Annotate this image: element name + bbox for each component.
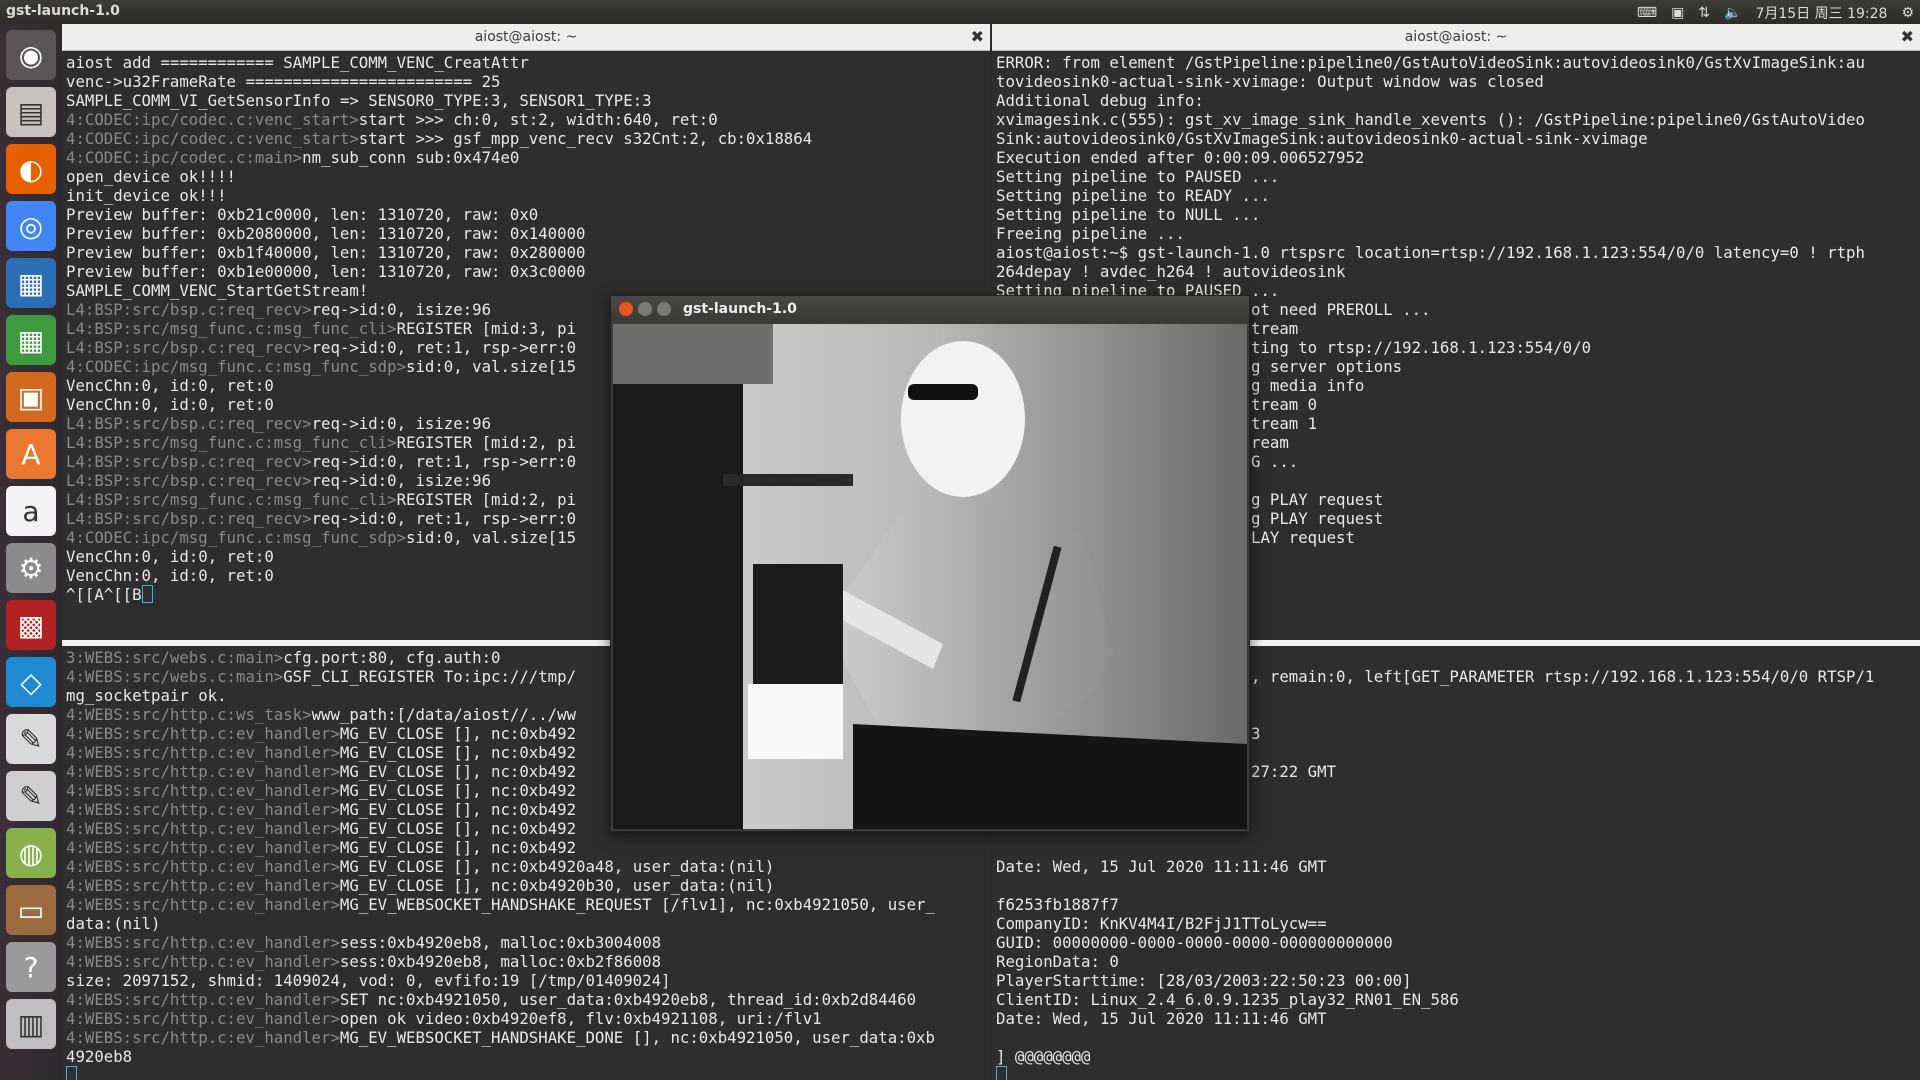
calc-icon[interactable]: ▦ [6,315,56,365]
close-icon[interactable] [619,302,633,316]
amazon-icon[interactable]: a [6,486,56,536]
terminal-line: Additional debug info: [996,91,1204,110]
active-app-name: gst-launch-1.0 [6,3,120,19]
keyboard-icon[interactable]: ⌨ [1637,5,1657,21]
terminal-left-titlebar[interactable]: aiost@aiost: ~ ✖ [62,24,990,51]
terminal-line: Execution ended after 0:00:09.006527952 [996,148,1365,167]
system-tray: ⌨ ▣ ⇅ 🔈 7月15日 周三 19:28 ⚙ [1637,3,1914,23]
terminal-line: Preview buffer: 0xb1e00000, len: 1310720… [66,262,586,281]
text-editor-icon[interactable]: ✎ [6,771,56,821]
close-icon[interactable]: ✖ [971,24,984,50]
terminal-line: Setting pipeline to PAUSED ... [996,167,1280,186]
minimize-icon[interactable] [638,302,652,316]
terminal-line: Preview buffer: 0xb1f40000, len: 1310720… [66,243,586,262]
terminal-line: ] @@@@@@@@ [996,1047,1091,1066]
terminal-line: 4:WEBS:src/http.c:ev_handler>MG_EV_WEBSO… [66,895,935,914]
terminal-line: 4:WEBS:src/http.c:ev_handler>SET nc:0xb4… [66,990,917,1009]
gear-icon[interactable]: ⚙ [1901,5,1914,21]
software-center-icon[interactable]: A [6,429,56,479]
terminal-line: Setting pipeline to READY ... [996,186,1270,205]
terminal-line: 4:WEBS:src/http.c:ev_handler>MG_EV_WEBSO… [66,1028,935,1047]
terminal-line: 4:WEBS:src/http.c:ev_handler>sess:0xb492… [66,952,662,971]
terminal-line: init_device ok!!! [66,186,227,205]
terminal-line: Preview buffer: 0xb2080000, len: 1310720… [66,224,586,243]
input-method-icon[interactable]: ▣ [1671,5,1684,21]
writer-icon[interactable]: ▦ [6,258,56,308]
terminal-line: Date: Wed, 15 Jul 2020 11:11:46 GMT [996,1009,1327,1028]
terminal-line: venc->u32FrameRate =====================… [66,72,501,91]
terminal-line: data:(nil) [66,914,161,933]
terminal-line: aiost add ============ SAMPLE_COMM_VENC_… [66,53,529,72]
trash-icon[interactable]: ▥ [6,999,56,1049]
vscode-icon[interactable]: ◇ [6,657,56,707]
terminal-line: SAMPLE_COMM_VI_GetSensorInfo => SENSOR0_… [66,91,652,110]
chrome-icon[interactable]: ◎ [6,201,56,251]
dash-home-icon[interactable]: ◉ [6,30,56,80]
terminal-right-titlebar[interactable]: aiost@aiost: ~ ✖ [992,24,1920,51]
terminal-line: 4:WEBS:src/http.c:ev_handler>open ok vid… [66,1009,822,1028]
terminal-line: Date: Wed, 15 Jul 2020 11:11:46 GMT [996,857,1327,876]
video-window-title: gst-launch-1.0 [683,301,797,317]
terminal-cursor [996,1066,1007,1080]
impress-icon[interactable]: ▣ [6,372,56,422]
clock[interactable]: 7月15日 周三 19:28 [1755,3,1887,23]
video-window[interactable]: gst-launch-1.0 [610,295,1250,832]
thermal-image [613,324,1247,829]
terminal-line: 4:WEBS:src/http.c:ev_handler>MG_EV_CLOSE… [66,838,577,857]
pdf-viewer-icon[interactable]: ✎ [6,714,56,764]
terminal-line: 4:CODEC:ipc/codec.c:venc_start>start >>>… [66,110,718,129]
system-settings-icon[interactable]: ⚙ [6,543,56,593]
terminal-line: f6253fb1887f7 [996,895,1119,914]
maximize-icon[interactable] [657,302,671,316]
terminal-line: RegionData: 0 [996,952,1119,971]
terminal-line: 4:WEBS:src/http.c:ev_handler>MG_EV_CLOSE… [66,876,775,895]
launcher: ◉ ▤ ◐ ◎ ▦ ▦ ▣ Aa ⚙ ▩ ◇ ✎ ✎ ◍ ▭? ▥ [0,24,62,1080]
image-viewer-icon[interactable]: ◍ [6,828,56,878]
volume-icon[interactable]: 🔈 [1724,5,1741,21]
terminal-line: 4:WEBS:src/http.c:ev_handler>sess:0xb492… [66,933,662,952]
terminal-line: ERROR: from element /GstPipeline:pipelin… [996,53,1865,72]
terminal-line: Setting pipeline to NULL ... [996,205,1261,224]
terminal-cursor [66,1066,77,1080]
terminal-cursor [141,585,153,603]
firefox-icon[interactable]: ◐ [6,144,56,194]
thermal-video-frame [613,324,1247,829]
terminal-line: PlayerStarttime: [28/03/2003:22:50:23 00… [996,971,1412,990]
help-icon[interactable]: ? [6,942,56,992]
video-window-titlebar[interactable]: gst-launch-1.0 [611,296,1249,322]
terminal-line: CompanyID: KnKV4M4I/B2FjJ1TToLycw== [996,914,1327,933]
top-panel: gst-launch-1.0 ⌨ ▣ ⇅ 🔈 7月15日 周三 19:28 ⚙ [0,0,1920,24]
terminal-line: open_device ok!!!! [66,167,237,186]
terminal-line: 4:CODEC:ipc/codec.c:main>nm_sub_conn sub… [66,148,520,167]
terminal-line: Sink:autovideosink0/GstXvImageSink:autov… [996,129,1648,148]
terminal-line: Preview buffer: 0xb21c0000, len: 1310720… [66,205,539,224]
terminal-line: Freeing pipeline ... [996,224,1185,243]
terminal-line: xvimagesink.c(555): gst_xv_image_sink_ha… [996,110,1865,129]
terminal-line: tovideosink0-actual-sink-xvimage: Output… [996,72,1544,91]
terminal-right-title: aiost@aiost: ~ [1404,29,1508,45]
terminal-line: 264depay ! avdec_h264 ! autovideosink [996,262,1346,281]
network-icon[interactable]: ⇅ [1698,5,1710,21]
terminal-line: aiost@aiost:~$ gst-launch-1.0 rtspsrc lo… [996,243,1865,262]
files-icon[interactable]: ▤ [6,87,56,137]
terminal-line: ClientID: Linux_2.4_6.0.9.1235_play32_RN… [996,990,1459,1009]
disk-icon[interactable]: ▭ [6,885,56,935]
close-icon[interactable]: ✖ [1901,24,1914,50]
terminal-line: 4920eb8 [66,1047,133,1066]
terminal-left-title: aiost@aiost: ~ [474,29,578,45]
terminal-line: 4:CODEC:ipc/codec.c:venc_start>start >>>… [66,129,813,148]
terminal-line: 4:WEBS:src/http.c:ev_handler>MG_EV_CLOSE… [66,857,775,876]
terminal-line: size: 2097152, shmid: 1409024, vod: 0, e… [66,971,671,990]
terminal-line: GUID: 00000000-0000-0000-0000-0000000000… [996,933,1393,952]
media-icon[interactable]: ▩ [6,600,56,650]
